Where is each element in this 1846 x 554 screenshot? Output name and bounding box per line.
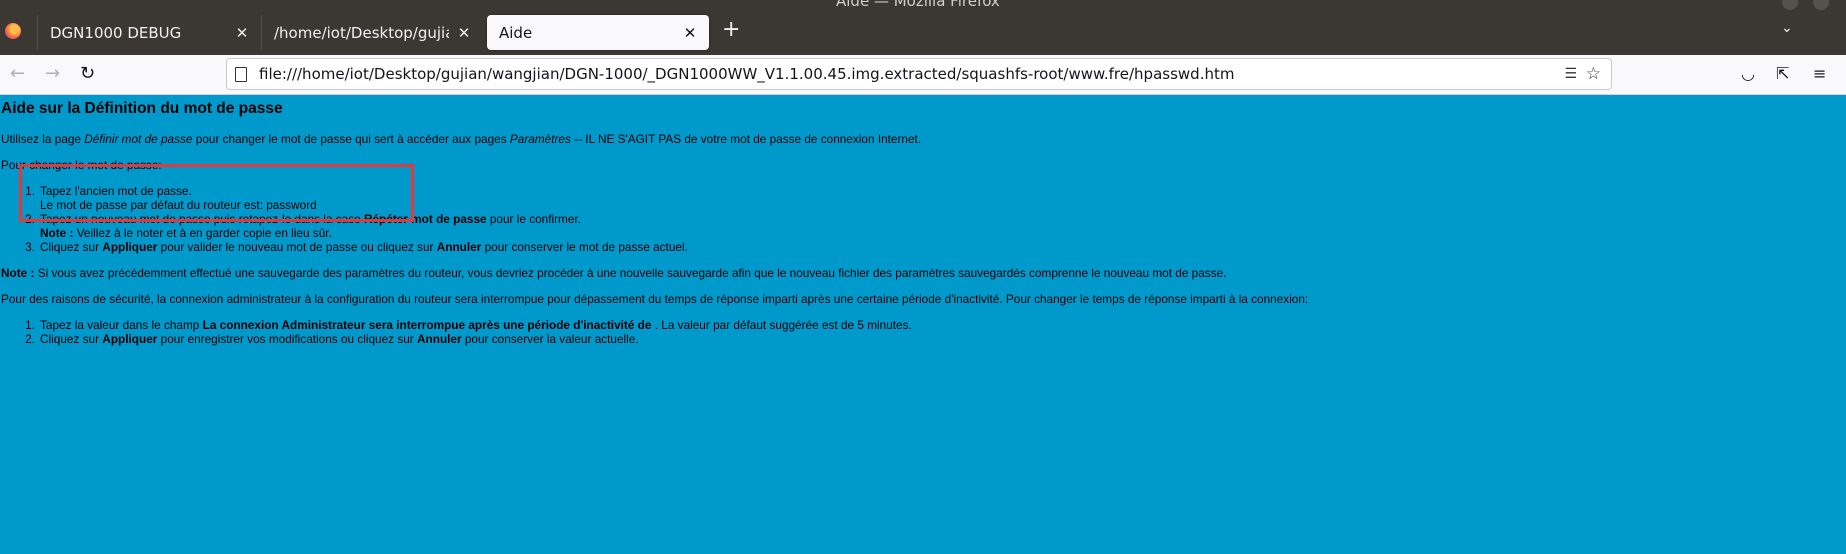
extensions-icon[interactable]: ⇱ (1776, 64, 1789, 83)
window-title: Aide — Mozilla Firefox (836, 0, 1000, 10)
close-window-button[interactable] (1813, 0, 1829, 10)
tab-label: Aide (499, 23, 533, 42)
close-icon[interactable]: ✕ (457, 24, 471, 42)
intro-paragraph: Utilisez la page Définir mot de passe po… (1, 132, 922, 146)
bookmark-star-icon[interactable]: ☆ (1586, 64, 1601, 84)
note-paragraph: Note : Si vous avez précédemment effectu… (1, 266, 1227, 280)
pocket-icon[interactable]: ◡ (1741, 64, 1755, 83)
tab-label: DGN1000 DEBUG (50, 23, 182, 42)
minimize-button[interactable] (1782, 0, 1798, 10)
tab-strip: Aide — Mozilla Firefox DGN1000 DEBUG ✕ /… (0, 0, 1846, 55)
list-item: 1. Tapez la valeur dans le champ La conne… (25, 318, 912, 332)
list-all-tabs-button[interactable]: ⌄ (1781, 20, 1793, 36)
highlight-box (19, 164, 414, 222)
firefox-icon[interactable] (5, 23, 21, 39)
list-item: 2. Cliquez sur Appliquer pour enregistrer… (25, 332, 639, 346)
tab-dgn1000-debug[interactable]: DGN1000 DEBUG ✕ (37, 15, 261, 50)
tab-aide[interactable]: Aide ✕ (487, 15, 709, 50)
reader-view-icon[interactable]: ☰ (1564, 66, 1577, 82)
list-note: Note : Veillez à le noter et à en garder… (40, 226, 332, 240)
close-icon[interactable]: ✕ (235, 24, 249, 42)
reload-button[interactable]: ↻ (80, 64, 95, 84)
forward-button[interactable]: → (45, 64, 60, 84)
tab-label: /home/iot/Desktop/gujian/w (274, 23, 449, 42)
back-button[interactable]: ← (10, 64, 25, 84)
page-title: Aide sur la Définition du mot de passe (1, 100, 283, 117)
tab-home-path[interactable]: /home/iot/Desktop/gujian/w ✕ (261, 15, 483, 50)
url-bar[interactable]: file:///home/iot/Desktop/gujian/wangjian… (226, 58, 1612, 90)
url-text[interactable]: file:///home/iot/Desktop/gujian/wangjian… (259, 65, 1234, 83)
menu-icon[interactable]: ≡ (1813, 64, 1826, 83)
page-icon (235, 67, 247, 82)
new-tab-button[interactable]: + (722, 17, 740, 42)
navigation-toolbar: ← → ↻ file:///home/iot/Desktop/gujian/wa… (0, 55, 1846, 95)
close-icon[interactable]: ✕ (683, 24, 697, 42)
list-item: 3. Cliquez sur Appliquer pour valider le … (25, 240, 688, 254)
security-paragraph: Pour des raisons de sécurité, la connexi… (1, 292, 1309, 306)
